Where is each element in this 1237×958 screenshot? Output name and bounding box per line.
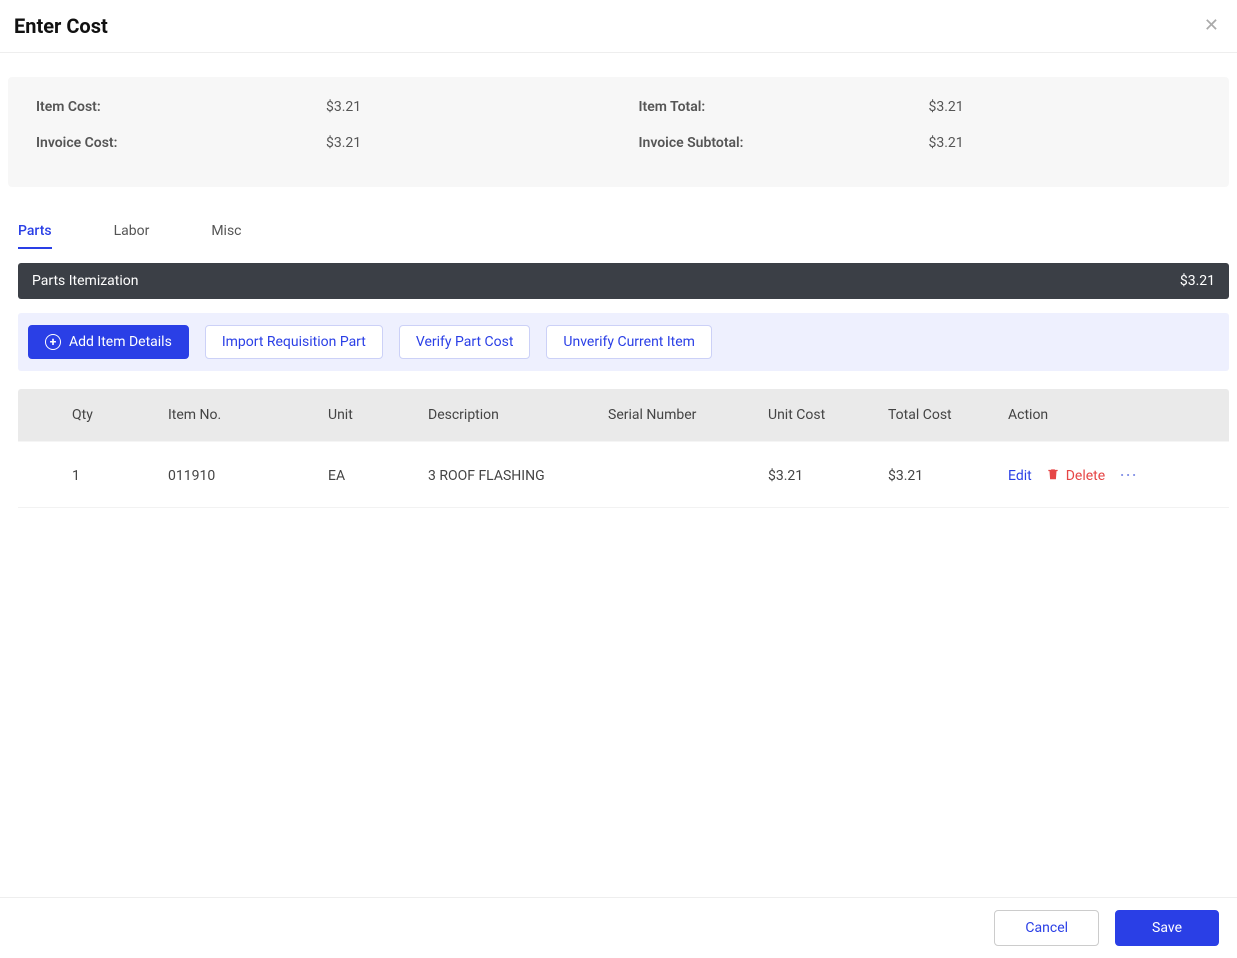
import-requisition-button[interactable]: Import Requisition Part [205,325,383,359]
cell-unit-cost: $3.21 [768,468,888,484]
modal-footer: Cancel Save [0,897,1237,958]
delete-link[interactable]: Delete [1046,467,1105,485]
add-item-details-button[interactable]: + Add Item Details [28,325,189,359]
invoice-subtotal-label: Invoice Subtotal: [639,135,929,151]
parts-table: Qty Item No. Unit Description Serial Num… [18,389,1229,508]
col-qty: Qty [48,407,168,423]
section-title: Parts Itemization [32,273,139,289]
unverify-current-item-button[interactable]: Unverify Current Item [546,325,712,359]
section-amount: $3.21 [1180,273,1215,289]
cost-summary: Item Cost: $3.21 Item Total: $3.21 Invoi… [8,77,1229,187]
col-description: Description [428,407,608,423]
col-unit: Unit [328,407,428,423]
item-total-value: $3.21 [929,99,964,115]
parts-itemization-bar: Parts Itemization $3.21 [18,263,1229,299]
invoice-subtotal-value: $3.21 [929,135,964,151]
item-total-label: Item Total: [639,99,929,115]
table-header-row: Qty Item No. Unit Description Serial Num… [18,389,1229,441]
modal-header: Enter Cost ✕ [0,0,1237,53]
col-unit-cost: Unit Cost [768,407,888,423]
plus-circle-icon: + [45,334,61,350]
invoice-cost-row: Invoice Cost: $3.21 [36,135,599,151]
edit-link[interactable]: Edit [1008,468,1032,484]
cancel-button[interactable]: Cancel [994,910,1099,946]
invoice-cost-label: Invoice Cost: [36,135,326,151]
modal-title: Enter Cost [14,14,108,38]
item-total-row: Item Total: $3.21 [639,99,1202,115]
save-button[interactable]: Save [1115,910,1219,946]
tabs: Parts Labor Misc [18,215,1233,249]
parts-action-bar: + Add Item Details Import Requisition Pa… [18,313,1229,371]
item-cost-row: Item Cost: $3.21 [36,99,599,115]
trash-icon [1046,467,1060,485]
col-item-no: Item No. [168,407,328,423]
cell-unit: EA [328,468,428,484]
table-row: 1 011910 EA 3 ROOF FLASHING $3.21 $3.21 … [18,445,1229,508]
col-total-cost: Total Cost [888,407,1008,423]
tab-parts[interactable]: Parts [18,215,52,249]
cell-qty: 1 [48,468,168,484]
cell-total-cost: $3.21 [888,468,1008,484]
col-action: Action [1008,407,1199,423]
close-icon[interactable]: ✕ [1204,17,1219,35]
cell-item-no: 011910 [168,468,328,484]
item-cost-value: $3.21 [326,99,361,115]
cell-description: 3 ROOF FLASHING [428,468,608,484]
cell-action: Edit Delete ⋯ [1008,467,1199,485]
col-serial: Serial Number [608,407,768,423]
add-item-label: Add Item Details [69,334,172,350]
tab-misc[interactable]: Misc [211,215,241,249]
more-icon[interactable]: ⋯ [1119,467,1138,485]
invoice-cost-value: $3.21 [326,135,361,151]
invoice-subtotal-row: Invoice Subtotal: $3.21 [639,135,1202,151]
delete-label: Delete [1066,468,1105,484]
verify-part-cost-button[interactable]: Verify Part Cost [399,325,531,359]
item-cost-label: Item Cost: [36,99,326,115]
tab-labor[interactable]: Labor [114,215,150,249]
